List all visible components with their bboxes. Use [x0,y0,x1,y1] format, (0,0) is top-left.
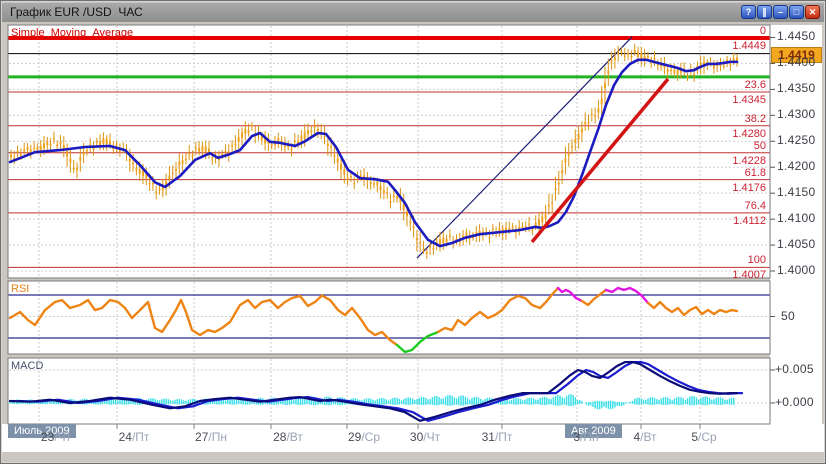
chart-canvas[interactable] [0,0,826,464]
chart-window: График EUR /USD ЧАС ? ∥ – □ ✕ Simple_Mov… [0,0,826,464]
